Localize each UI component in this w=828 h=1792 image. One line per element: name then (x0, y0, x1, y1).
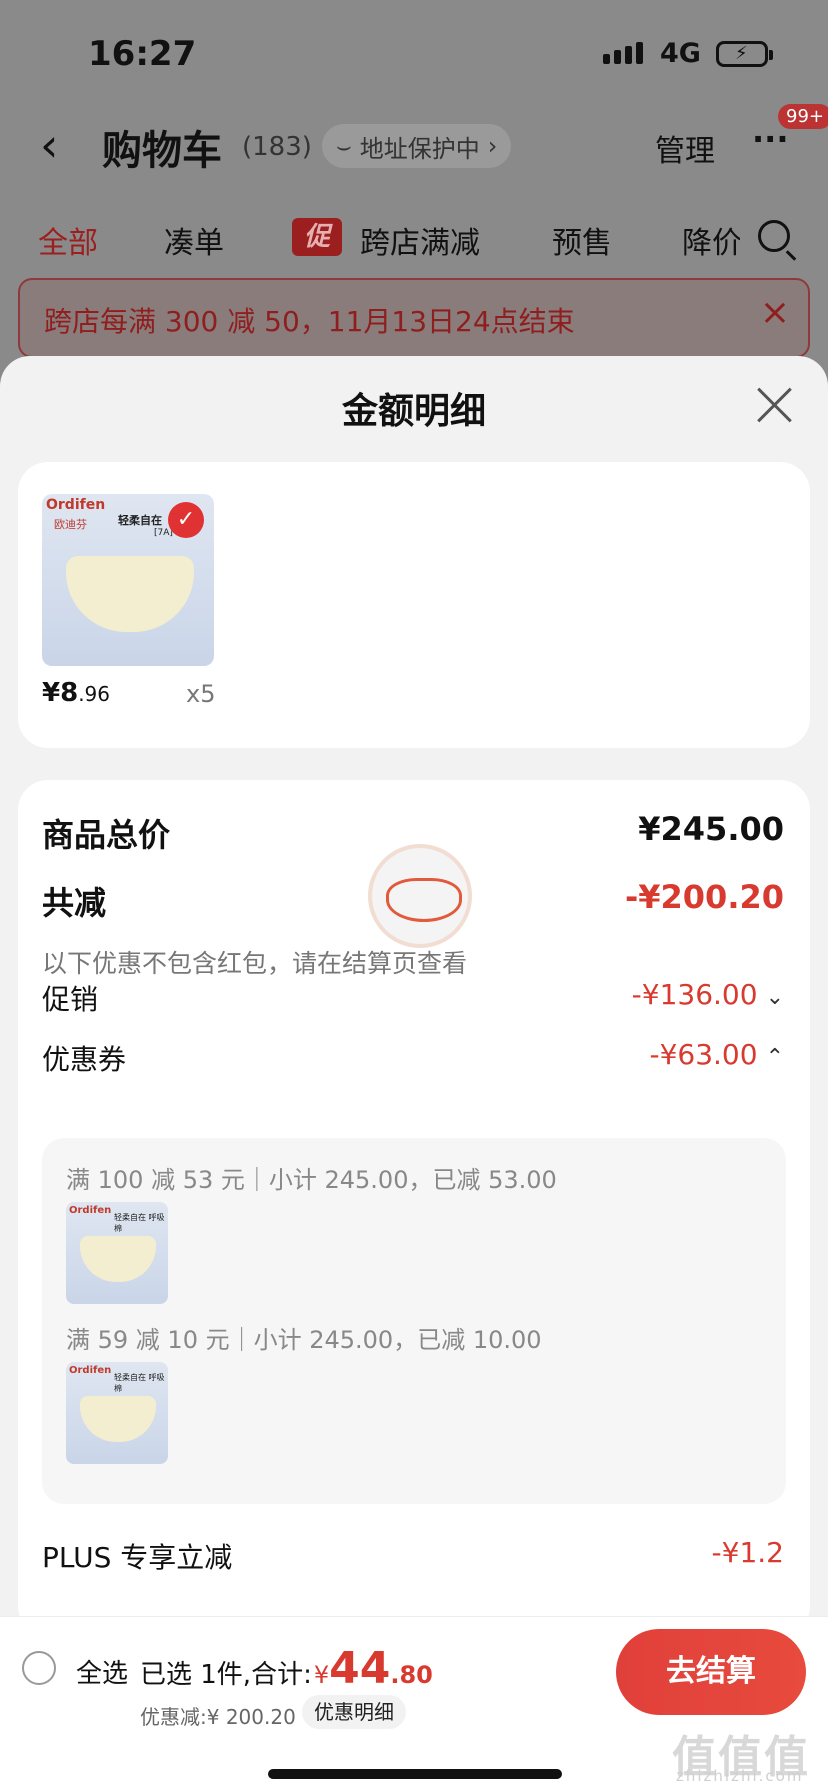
discount-text: 优惠减:¥ 200.20 (140, 1705, 296, 1729)
brand-logo: Ordifen (69, 1365, 112, 1376)
select-all-radio[interactable] (22, 1651, 56, 1685)
discount-note: 以下优惠不包含红包，请在结算页查看 (42, 949, 468, 978)
brand-logo: Ordifen (69, 1205, 112, 1216)
tab-bundle[interactable]: 凑单 (164, 218, 224, 262)
coupon-value: -¥63.00 (649, 1038, 758, 1071)
promo-banner: 跨店每满 300 减 50，11月13日24点结束 × (18, 278, 810, 358)
cart-count: (183) (242, 132, 312, 162)
address-protect-pill[interactable]: ⌣ 地址保护中 › (322, 124, 512, 168)
network-label: 4G (660, 38, 701, 69)
coupon-product-thumb: Ordifen 轻柔自在 呼吸棉 (66, 1362, 168, 1464)
tab-price-drop[interactable]: 降价 (682, 218, 740, 262)
reduce-label: 共减 (42, 884, 107, 922)
chevron-right-icon: › (487, 132, 498, 160)
watermark-url: zhizhizhi.com (676, 1767, 804, 1785)
product-tagline: 轻柔自在 呼吸棉 (114, 1213, 165, 1233)
promo-row[interactable]: -¥136.00 ⌄ (632, 978, 784, 1011)
tab-cross-store[interactable]: 跨店满减 (360, 218, 480, 262)
status-bar: 16:27 4G ⚡ (0, 30, 828, 80)
coupon-line-2: 满 59 减 10 元｜小计 245.00，已减 10.00 (66, 1326, 542, 1354)
plus-value: -¥1.2 (711, 1536, 784, 1569)
promo-label: 促销 (42, 983, 99, 1016)
product-image (80, 1396, 156, 1442)
total-dec: .80 (390, 1661, 433, 1689)
nav-bar: ‹ 购物车 (183) ⌣ 地址保护中 › 管理 ··· 99+ (0, 104, 828, 182)
total-value: ¥245.00 (638, 810, 784, 848)
brand-logo: Ordifen (46, 497, 106, 513)
manage-button[interactable]: 管理 (655, 126, 715, 170)
message-badge: 99+ (778, 104, 828, 129)
checkout-button[interactable]: 去结算 (616, 1629, 806, 1715)
search-icon[interactable] (758, 220, 790, 252)
product-image (66, 556, 194, 632)
chevron-down-icon: ⌄ (765, 985, 784, 1010)
promo-tag: 促 (292, 218, 342, 256)
page-title: 购物车 (102, 128, 222, 174)
coupon-product-thumb: Ordifen 轻柔自在 呼吸棉 (66, 1202, 168, 1304)
selected-summary: 已选 1件,合计: ¥ 44 .80 (140, 1647, 433, 1691)
product-tagline: 轻柔自在 (118, 514, 162, 527)
reduce-value: -¥200.20 (624, 878, 784, 916)
banner-close-icon[interactable]: × (760, 292, 790, 333)
mask-icon: ⌣ (336, 132, 352, 160)
selected-check-icon: ✓ (168, 502, 204, 538)
coupon-line-1: 满 100 减 53 元｜小计 245.00，已减 53.00 (66, 1166, 557, 1194)
selected-text: 已选 1件,合计: (140, 1660, 312, 1690)
tab-presale[interactable]: 预售 (552, 218, 612, 262)
amount-detail-sheet: 金额明细 Ordifen 欧迪芬 轻柔自在 [7A] ✓ ¥8.96 x5 商品… (0, 356, 828, 1792)
status-time: 16:27 (88, 34, 197, 74)
checkout-bar: 全选 已选 1件,合计: ¥ 44 .80 优惠减:¥ 200.20 优惠明细 … (0, 1616, 828, 1792)
battery-icon: ⚡ (716, 41, 773, 67)
item-quantity: x5 (186, 680, 216, 708)
item-price: ¥8.96 (42, 678, 110, 708)
loading-icon (368, 844, 472, 948)
total-label: 商品总价 (42, 816, 171, 854)
total-yen: ¥ (313, 1661, 330, 1689)
select-all-label[interactable]: 全选 (76, 1653, 128, 1690)
item-price-dec: .96 (78, 682, 110, 706)
coupon-row[interactable]: -¥63.00 ⌃ (649, 1038, 784, 1071)
item-card: Ordifen 欧迪芬 轻柔自在 [7A] ✓ ¥8.96 x5 (18, 462, 810, 748)
discount-detail-button[interactable]: 优惠明细 (302, 1695, 406, 1729)
address-protect-label: 地址保护中 (359, 134, 480, 163)
coupon-label: 优惠券 (42, 1043, 127, 1076)
sheet-title: 金额明细 (341, 391, 486, 432)
home-indicator[interactable] (268, 1769, 562, 1779)
plus-label: PLUS 专享立减 (42, 1541, 233, 1574)
chevron-up-icon: ⌃ (765, 1045, 784, 1070)
coupon-detail-box: 满 100 减 53 元｜小计 245.00，已减 53.00 Ordifen … (42, 1138, 786, 1504)
tab-all[interactable]: 全部 (38, 218, 98, 262)
cart-tabs: 全部 凑单 促 跨店满减 预售 降价 (0, 212, 828, 268)
total-int: 44 (329, 1643, 391, 1694)
product-image (80, 1236, 156, 1282)
signal-icon (603, 42, 643, 64)
product-tagline: 轻柔自在 呼吸棉 (114, 1373, 165, 1393)
back-button[interactable]: ‹ (40, 118, 58, 172)
item-price-int: ¥8 (42, 678, 79, 708)
close-icon[interactable] (756, 386, 794, 424)
banner-text: 跨店每满 300 减 50，11月13日24点结束 (44, 305, 575, 338)
price-summary-card: 商品总价 ¥245.00 共减 -¥200.20 以下优惠不包含红包，请在结算页… (18, 780, 810, 1636)
brand-logo-cn: 欧迪芬 (54, 518, 87, 531)
promo-value: -¥136.00 (631, 978, 758, 1011)
